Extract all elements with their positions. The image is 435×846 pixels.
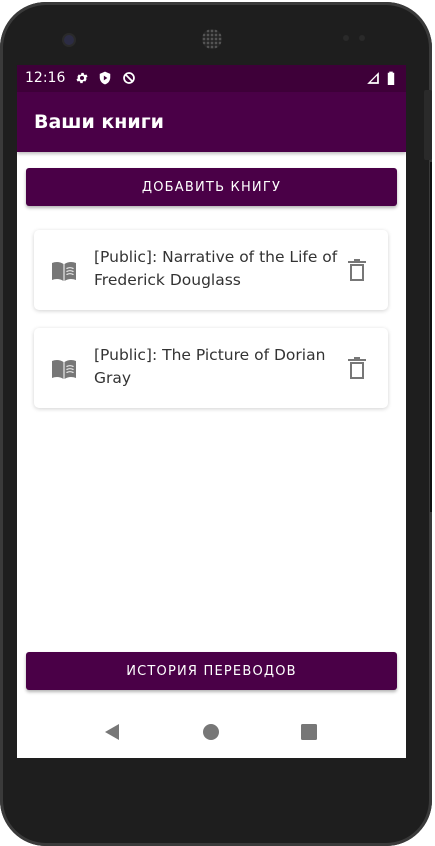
book-list-item[interactable]: [Public]: Narrative of the Life of Frede…	[34, 230, 388, 310]
battery-icon	[387, 71, 395, 85]
status-time: 12:16	[25, 70, 66, 86]
trash-icon[interactable]	[346, 356, 368, 380]
frame-edge	[430, 162, 432, 512]
system-navigation-bar	[17, 707, 406, 758]
book-title: [Public]: The Picture of Dorian Gray	[94, 346, 326, 387]
book-title: [Public]: Narrative of the Life of Frede…	[94, 248, 338, 289]
front-camera	[64, 35, 74, 45]
signal-icon	[367, 72, 379, 84]
book-icon	[52, 261, 76, 281]
status-bar: 12:16	[17, 65, 406, 92]
book-list-item[interactable]: [Public]: The Picture of Dorian Gray	[34, 328, 388, 408]
earpiece-speaker	[202, 29, 222, 49]
phone-frame: 12:16 Ваши книги ДОБАВИТЬ КНИГУ [Public]…	[0, 2, 432, 846]
shield-icon	[99, 71, 111, 85]
recents-icon[interactable]	[298, 721, 320, 743]
proximity-sensor	[343, 35, 367, 41]
screen: 12:16 Ваши книги ДОБАВИТЬ КНИГУ [Public]…	[17, 65, 406, 758]
settings-icon	[76, 72, 88, 84]
app-bar: Ваши книги	[17, 92, 406, 152]
no-sync-icon	[123, 72, 135, 84]
trash-icon[interactable]	[346, 258, 368, 282]
translation-history-button[interactable]: ИСТОРИЯ ПЕРЕВОДОВ	[26, 652, 397, 690]
add-book-button[interactable]: ДОБАВИТЬ КНИГУ	[26, 168, 397, 206]
page-title: Ваши книги	[34, 111, 164, 133]
back-icon[interactable]	[101, 721, 123, 743]
book-icon	[52, 359, 76, 379]
home-icon[interactable]	[200, 721, 222, 743]
power-button	[424, 90, 432, 160]
